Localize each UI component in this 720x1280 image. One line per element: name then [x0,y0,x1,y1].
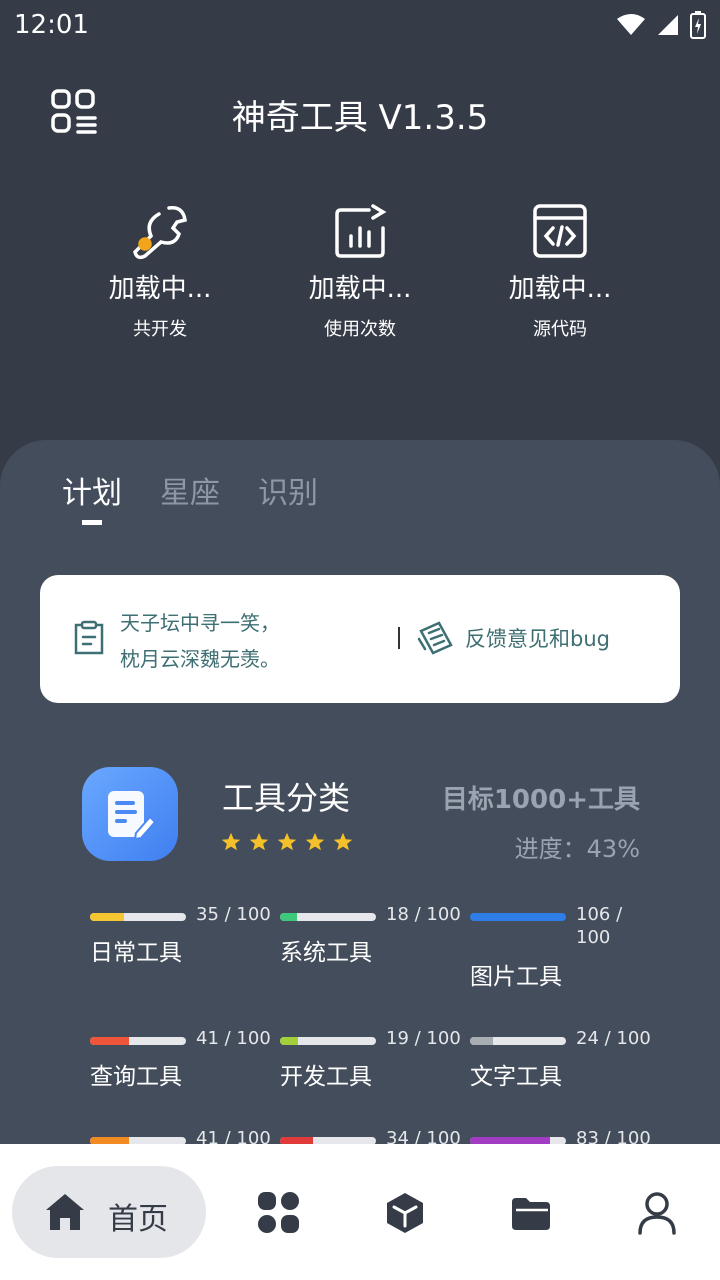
nav-package[interactable] [382,1190,428,1236]
progress-fill [90,913,124,921]
chart-icon [335,204,387,258]
code-window-icon [533,204,587,258]
progress-fill [470,1037,494,1045]
status-icons [616,11,706,39]
home-icon [46,1194,84,1230]
tool-count: 19 / 100 [386,1028,461,1049]
main-card: 计划 星座 识别 天子坛中寻一笑， 枕月云深魏无羡。 反馈意见和bug 工具分类… [0,440,720,1160]
stat-source-code[interactable]: 加载中... 源代码 [460,200,660,350]
progress-bar [280,913,376,921]
stat-value: 加载中... [108,274,212,304]
progress-bar [470,1037,566,1045]
folder-icon [512,1198,550,1230]
feedback-icon [417,621,453,655]
tool-count: 18 / 100 [386,904,461,925]
stat-label: 源代码 [533,319,587,340]
tool-name: 日常工具 [90,940,182,966]
notice-card: 天子坛中寻一笑， 枕月云深魏无羡。 反馈意见和bug [40,575,680,703]
edit-document-icon [108,791,157,841]
star-icon [305,832,325,851]
notice-separator [398,627,400,649]
tool-count: 106 / 100 [576,904,623,948]
progress-bar [280,1037,376,1045]
status-bar: 12:01 [0,0,720,50]
feedback-link[interactable]: 反馈意见和bug [465,623,610,653]
tool-count: 35 / 100 [196,904,271,925]
category-header: 工具分类 目标1000+工具 进度：43% [82,765,652,865]
cube-icon [387,1193,423,1233]
tool-count: 24 / 100 [576,1028,651,1049]
category-icon [82,767,178,861]
tab-indicator [82,520,102,525]
tab-constellation[interactable]: 星座 [160,468,220,512]
tool-name: 系统工具 [280,940,372,966]
notice-line-2: 枕月云深魏无羡。 [120,647,280,671]
nav-files[interactable] [508,1190,554,1236]
app-header: 神奇工具 V1.3.5 [0,80,720,146]
stats-row: 加载中... 共开发 加载中... 使用次数 加载中... 源代码 [60,200,660,350]
wifi-icon [617,14,645,35]
star-icon [249,832,269,851]
stat-developed[interactable]: 加载中... 共开发 [60,200,260,350]
tool-count: 41 / 100 [196,1028,271,1049]
nav-home[interactable]: 首页 [12,1166,206,1258]
apps-grid-icon [258,1192,299,1233]
category-title: 工具分类 [222,779,351,817]
stat-usage[interactable]: 加载中... 使用次数 [260,200,460,350]
app-title: 神奇工具 V1.3.5 [231,98,489,138]
nav-profile[interactable] [634,1190,680,1236]
star-icon [277,832,297,851]
bottom-nav: 首页 [0,1144,720,1280]
progress-fill [280,913,298,921]
progress-bar [90,1037,186,1045]
progress-fill [280,1037,299,1045]
tool-name: 查询工具 [90,1064,182,1090]
tab-recognize[interactable]: 识别 [258,468,318,512]
progress-fill [90,1037,130,1045]
tab-plan[interactable]: 计划 [62,468,122,512]
stat-label: 使用次数 [324,319,396,340]
star-icon [333,832,353,851]
progress-bar [90,913,186,921]
stat-value: 加载中... [308,274,412,304]
tab-bar: 计划 星座 识别 [62,468,318,512]
wrench-icon [133,206,187,260]
progress-text: 进度：43% [514,835,640,863]
progress-bar [470,913,566,921]
goal-text: 目标1000+工具 [441,785,640,815]
user-icon [638,1192,676,1235]
notice-line-1: 天子坛中寻一笑， [120,611,280,635]
stat-label: 共开发 [133,319,187,340]
tool-name: 图片工具 [470,964,562,990]
signal-icon [658,15,678,35]
clipboard-icon [74,620,104,655]
star-icon [221,832,241,851]
stat-value: 加载中... [508,274,612,304]
notice-text: 天子坛中寻一笑， 枕月云深魏无羡。 [120,605,280,677]
rating-stars [220,831,354,853]
nav-apps[interactable] [256,1190,302,1236]
tool-name: 开发工具 [280,1064,372,1090]
status-time: 12:01 [14,10,89,40]
nav-home-label: 首页 [108,1202,168,1237]
tool-name: 文字工具 [470,1064,562,1090]
progress-fill [470,913,566,921]
battery-icon [690,11,706,39]
